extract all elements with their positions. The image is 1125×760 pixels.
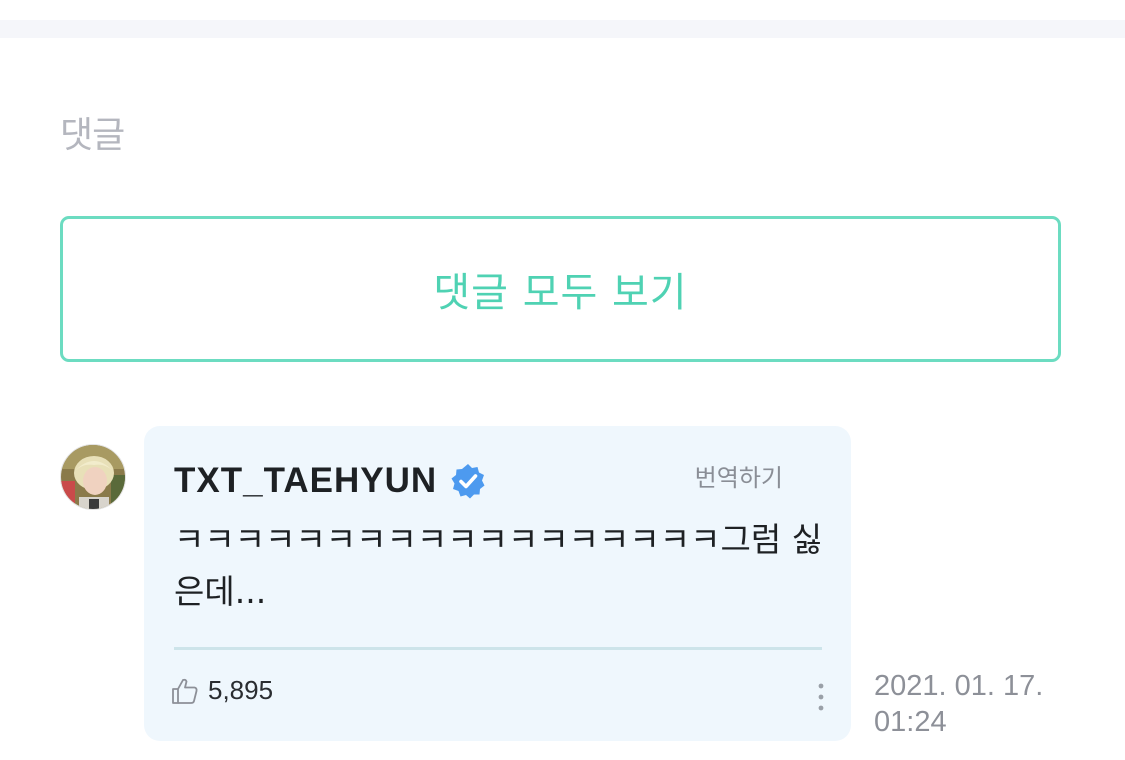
translate-button[interactable]: 번역하기 <box>695 458 783 493</box>
like-button[interactable]: 5,895 <box>170 675 273 706</box>
like-count: 5,895 <box>208 675 274 705</box>
avatar-image <box>61 445 125 509</box>
avatar[interactable] <box>60 444 126 510</box>
more-vertical-icon <box>818 683 824 711</box>
view-all-comments-button[interactable]: 댓글 모두 보기 <box>60 216 1061 362</box>
comment-author-name[interactable]: TXT_TAEHYUN <box>174 461 437 501</box>
view-all-comments-label: 댓글 모두 보기 <box>433 270 688 316</box>
thumbs-up-icon <box>170 676 200 706</box>
comment-card: TXT_TAEHYUN 번역하기 ㅋㅋㅋㅋㅋㅋㅋㅋㅋㅋㅋㅋㅋㅋㅋㅋㅋㅋ그럼 싫은… <box>144 426 851 741</box>
top-divider <box>0 20 1125 38</box>
verified-badge-icon <box>449 462 487 500</box>
comment-time: 01:24 <box>874 706 947 738</box>
comment-date: 2021. 01. 17. <box>874 670 1044 702</box>
more-options-button[interactable] <box>813 681 829 713</box>
comment-timestamp: 2021. 01. 17. 01:24 <box>874 668 1043 740</box>
comment-text: ㅋㅋㅋㅋㅋㅋㅋㅋㅋㅋㅋㅋㅋㅋㅋㅋㅋㅋ그럼 싫은데... <box>174 520 823 611</box>
comment-divider <box>174 647 822 650</box>
comment-author-row: TXT_TAEHYUN <box>174 456 487 506</box>
comments-section-title: 댓글 <box>60 115 125 156</box>
